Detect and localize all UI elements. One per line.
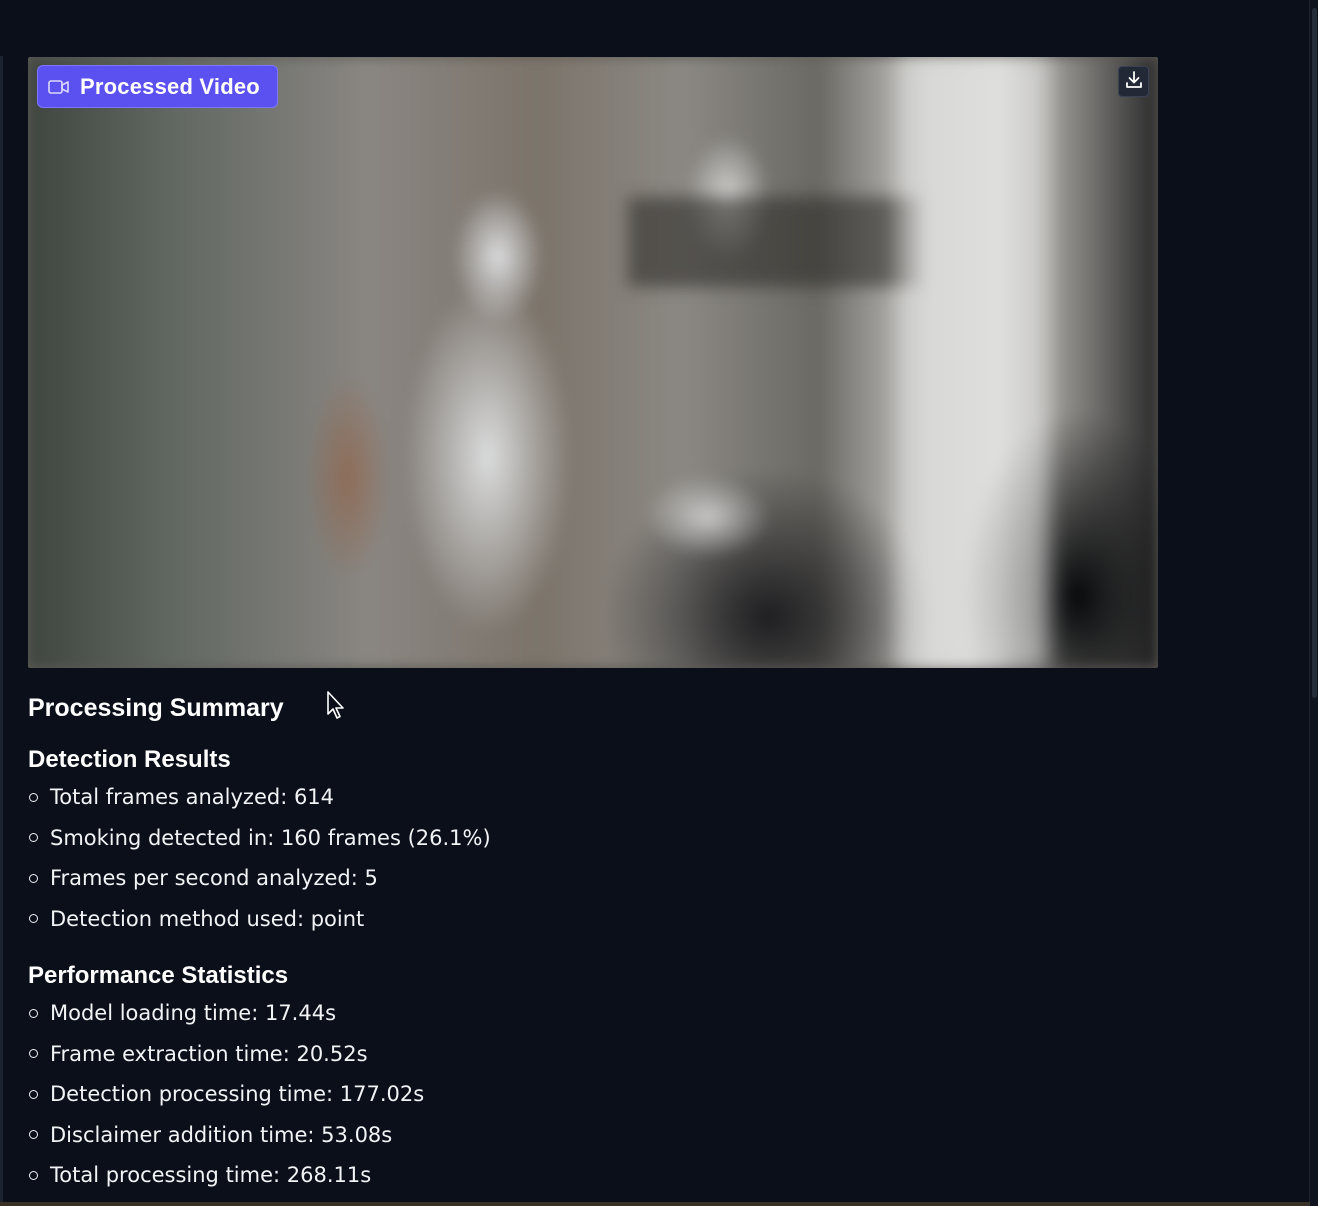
- mouse-cursor-icon: [326, 690, 346, 720]
- list-item-text: Frames per second analyzed: 5: [50, 866, 378, 891]
- performance-statistics-heading: Performance Statistics: [28, 962, 289, 989]
- performance-statistics-list: Model loading time: 17.44s Frame extract…: [28, 993, 1228, 1196]
- video-scene-shelf: [628, 197, 918, 287]
- download-button[interactable]: [1118, 66, 1149, 97]
- bullet-icon: [29, 914, 38, 924]
- processed-video-player[interactable]: [28, 57, 1158, 668]
- download-icon: [1124, 70, 1144, 94]
- list-item-text: Disclaimer addition time: 53.08s: [50, 1122, 393, 1147]
- list-item-text: Frame extraction time: 20.52s: [50, 1041, 368, 1066]
- vertical-scrollbar[interactable]: [1309, 0, 1318, 1206]
- video-camera-icon: [48, 76, 70, 98]
- list-item-text: Smoking detected in: 160 frames (26.1%): [50, 825, 491, 850]
- list-item-text: Model loading time: 17.44s: [50, 1001, 337, 1026]
- processing-summary-title: Processing Summary: [28, 694, 284, 722]
- bullet-icon: [29, 1170, 38, 1180]
- bullet-icon: [29, 1049, 38, 1059]
- list-item-text: Total frames analyzed: 614: [50, 785, 335, 810]
- list-item: Frames per second analyzed: 5: [28, 858, 1228, 899]
- detection-results-heading: Detection Results: [28, 746, 231, 773]
- list-item: Disclaimer addition time: 53.08s: [28, 1115, 1228, 1156]
- list-item-text: Total processing time: 268.11s: [50, 1163, 372, 1188]
- bottom-edge: [0, 1202, 1310, 1206]
- list-item: Detection processing time: 177.02s: [28, 1074, 1228, 1115]
- list-item: Frame extraction time: 20.52s: [28, 1034, 1228, 1075]
- bullet-icon: [29, 1089, 38, 1099]
- list-item-text: Detection processing time: 177.02s: [50, 1082, 425, 1107]
- processing-summary: Processing Summary Detection Results Tot…: [28, 688, 1228, 1196]
- detection-results-list: Total frames analyzed: 614 Smoking detec…: [28, 777, 1228, 939]
- processed-video-badge: Processed Video: [37, 65, 278, 108]
- list-item: Total frames analyzed: 614: [28, 777, 1228, 818]
- list-item: Smoking detected in: 160 frames (26.1%): [28, 818, 1228, 859]
- app-page: Processed Video Processing Summary Detec…: [0, 0, 1318, 1206]
- list-item-text: Detection method used: point: [50, 906, 365, 931]
- list-item: Total processing time: 268.11s: [28, 1155, 1228, 1196]
- bullet-icon: [29, 833, 38, 843]
- bullet-icon: [29, 873, 38, 883]
- left-panel-edge: [0, 56, 3, 1206]
- list-item: Model loading time: 17.44s: [28, 993, 1228, 1034]
- list-item: Detection method used: point: [28, 899, 1228, 940]
- scrollbar-thumb[interactable]: [1312, 8, 1317, 698]
- bullet-icon: [29, 1130, 38, 1140]
- bullet-icon: [29, 792, 38, 802]
- processed-video-label: Processed Video: [80, 73, 260, 99]
- video-scene-pillar: [898, 57, 1048, 668]
- bullet-icon: [29, 1008, 38, 1018]
